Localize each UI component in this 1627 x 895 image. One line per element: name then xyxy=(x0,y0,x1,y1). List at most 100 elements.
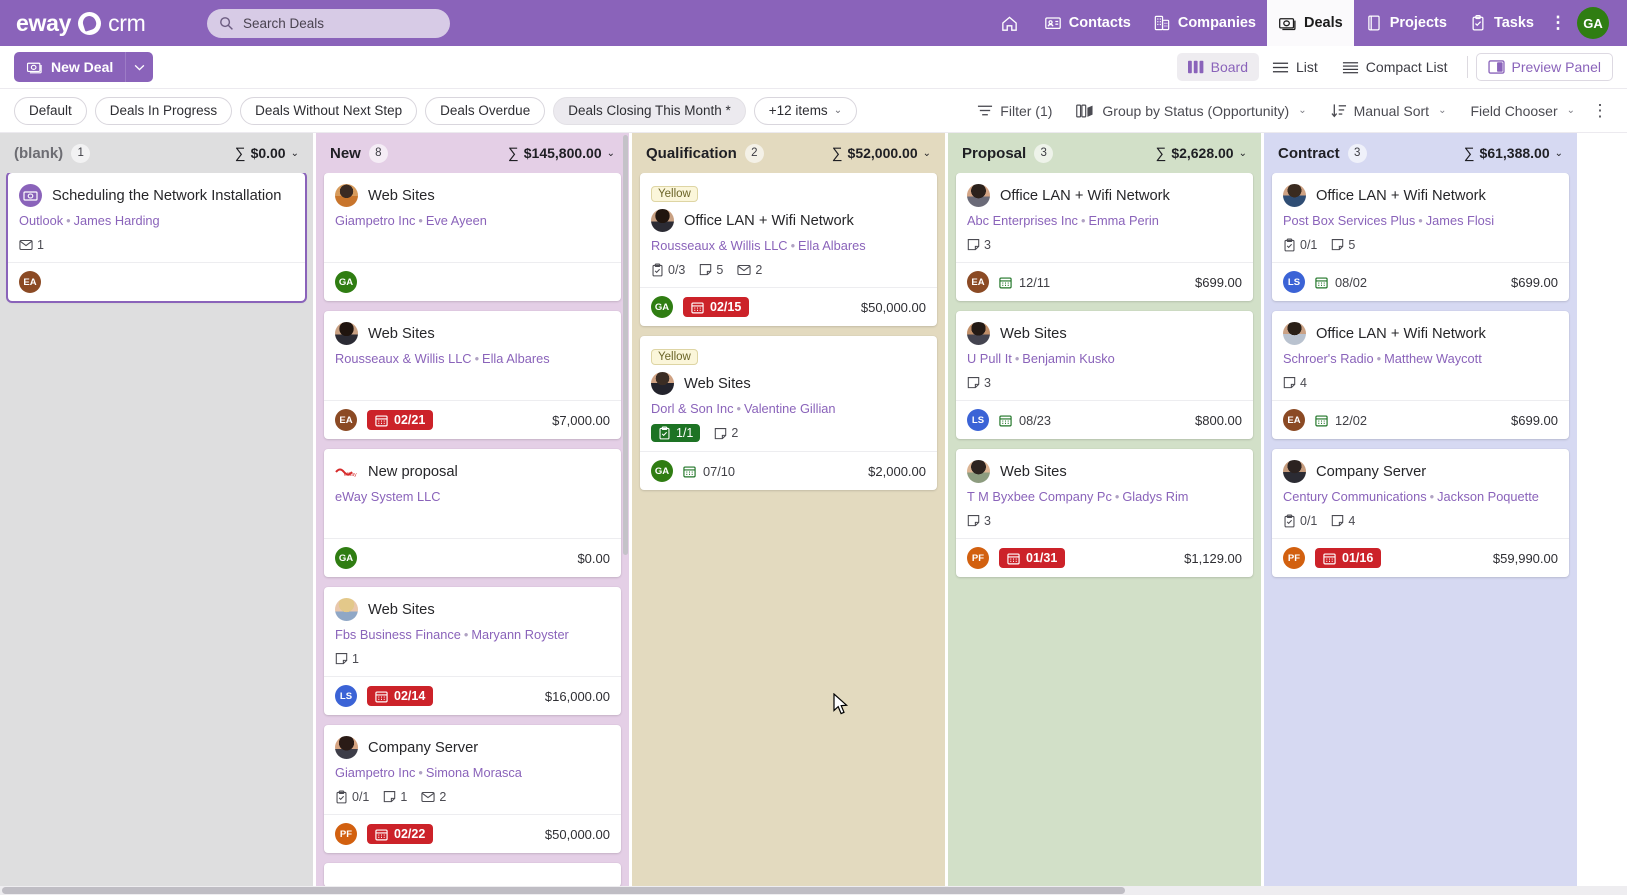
new-deal-button[interactable]: New Deal xyxy=(14,52,154,82)
column-card-list[interactable]: Web Sites Giampetro Inc • Eve Ayeen GA Web Si… xyxy=(316,173,629,895)
app-logo[interactable]: eway crm xyxy=(16,10,181,37)
owner-avatar[interactable]: EA xyxy=(1283,409,1305,431)
column-card-list[interactable]: Office LAN + Wifi Network Post Box Servic… xyxy=(1264,173,1577,895)
deal-company[interactable]: Giampetro Inc xyxy=(335,765,415,780)
separator-dot: • xyxy=(1418,213,1423,228)
sort-button[interactable]: Manual Sort ⌄ xyxy=(1319,97,1459,125)
deal-company[interactable]: Outlook xyxy=(19,213,63,228)
new-deal-dropdown-toggle[interactable] xyxy=(125,52,153,82)
deal-contact[interactable]: Eve Ayeen xyxy=(426,213,487,228)
owner-avatar[interactable]: GA xyxy=(651,460,673,482)
deal-contact[interactable]: Simona Morasca xyxy=(426,765,522,780)
deal-company[interactable]: T M Byxbee Company Pc xyxy=(967,489,1112,504)
filter-chip[interactable]: Default xyxy=(14,96,87,125)
owner-avatar[interactable]: EA xyxy=(19,271,41,293)
column-card-list[interactable]: Scheduling the Network Installation Outlo… xyxy=(0,173,313,895)
deal-contact[interactable]: Ella Albares xyxy=(798,238,866,253)
filter-button[interactable]: Filter (1) xyxy=(965,97,1064,125)
column-sum[interactable]: ∑ $52,000.00 ⌄ xyxy=(832,145,931,162)
deal-contact[interactable]: Benjamin Kusko xyxy=(1022,351,1114,366)
owner-avatar[interactable]: EA xyxy=(335,409,357,431)
nav-item-deals[interactable]: Deals xyxy=(1267,0,1354,46)
deal-company[interactable]: eWay System LLC xyxy=(335,489,441,504)
deal-contact[interactable]: James Flosi xyxy=(1426,213,1494,228)
owner-avatar[interactable]: LS xyxy=(1283,271,1305,293)
user-avatar[interactable]: GA xyxy=(1577,7,1609,39)
deal-company[interactable]: Giampetro Inc xyxy=(335,213,415,228)
filter-chip[interactable]: +12 items ⌄ xyxy=(753,96,858,125)
view-list-button[interactable]: List xyxy=(1261,53,1329,81)
deal-company[interactable]: Rousseaux & Willis LLC xyxy=(651,238,788,253)
column-sum[interactable]: ∑ $0.00 ⌄ xyxy=(235,145,299,162)
field-chooser-button[interactable]: Field Chooser ⌄ xyxy=(1458,97,1587,125)
nav-item-tasks[interactable]: Tasks xyxy=(1458,0,1545,46)
deal-card[interactable] xyxy=(324,863,621,887)
deal-company[interactable]: U Pull It xyxy=(967,351,1012,366)
deal-company[interactable]: Century Communications xyxy=(1283,489,1427,504)
owner-avatar[interactable]: LS xyxy=(335,685,357,707)
deal-card[interactable]: Office LAN + Wifi Network Post Box Servic… xyxy=(1272,173,1569,301)
deal-contact[interactable]: Matthew Waycott xyxy=(1384,351,1482,366)
board-horizontal-scrollbar[interactable] xyxy=(0,886,1627,895)
owner-avatar[interactable]: EA xyxy=(967,271,989,293)
owner-avatar[interactable]: PF xyxy=(967,547,989,569)
preview-panel-icon xyxy=(1487,60,1505,74)
more-options-button[interactable]: ⋮ xyxy=(1587,101,1613,121)
view-compact-list-button[interactable]: Compact List xyxy=(1331,53,1459,81)
deal-contact[interactable]: Jackson Poquette xyxy=(1437,489,1539,504)
filter-chip[interactable]: Deals Overdue xyxy=(425,96,546,125)
deal-contact[interactable]: Valentine Gillian xyxy=(744,401,836,416)
owner-avatar[interactable]: GA xyxy=(335,271,357,293)
deal-company[interactable]: Fbs Business Finance xyxy=(335,627,461,642)
filter-chip[interactable]: Deals Closing This Month * xyxy=(553,96,746,125)
column-sum[interactable]: ∑ $2,628.00 ⌄ xyxy=(1156,145,1247,162)
owner-avatar[interactable]: LS xyxy=(967,409,989,431)
deal-company[interactable]: Dorl & Son Inc xyxy=(651,401,734,416)
deal-contact[interactable]: Maryann Royster xyxy=(471,627,568,642)
column-sum[interactable]: ∑ $145,800.00 ⌄ xyxy=(508,145,615,162)
owner-avatar[interactable]: GA xyxy=(335,547,357,569)
deal-company[interactable]: Schroer's Radio xyxy=(1283,351,1374,366)
deal-card[interactable]: Scheduling the Network Installation Outlo… xyxy=(8,173,305,301)
deal-card[interactable]: Company Server Century Communications • Jac… xyxy=(1272,449,1569,577)
deal-card[interactable]: Web Sites T M Byxbee Company Pc • Gladys Ri… xyxy=(956,449,1253,577)
owner-avatar[interactable]: PF xyxy=(1283,547,1305,569)
deal-company[interactable]: Rousseaux & Willis LLC xyxy=(335,351,472,366)
deal-title: Office LAN + Wifi Network xyxy=(1316,187,1486,204)
deal-card[interactable]: Yellow Office LAN + Wifi Network Rousseaux… xyxy=(640,173,937,326)
nav-item-home[interactable] xyxy=(986,0,1033,46)
owner-avatar[interactable]: PF xyxy=(335,823,357,845)
deal-card[interactable]: Web Sites U Pull It • Benjamin Kusko 3 LS 08/2… xyxy=(956,311,1253,439)
nav-item-projects[interactable]: Projects xyxy=(1354,0,1458,46)
scrollbar-thumb[interactable] xyxy=(2,887,1125,894)
deal-card[interactable]: Web Sites Giampetro Inc • Eve Ayeen GA xyxy=(324,173,621,301)
deal-company[interactable]: Post Box Services Plus xyxy=(1283,213,1415,228)
nav-overflow-button[interactable]: ⋮ xyxy=(1545,0,1571,46)
deal-contact[interactable]: Ella Albares xyxy=(482,351,550,366)
preview-panel-button[interactable]: Preview Panel xyxy=(1475,53,1613,81)
nav-item-contacts[interactable]: Contacts xyxy=(1033,0,1142,46)
deal-contact[interactable]: Gladys Rim xyxy=(1122,489,1188,504)
deal-contact[interactable]: James Harding xyxy=(74,213,160,228)
filter-chip[interactable]: Deals In Progress xyxy=(94,96,233,125)
group-by-button[interactable]: Group by Status (Opportunity) ⌄ xyxy=(1064,97,1318,125)
deal-card[interactable]: Office LAN + Wifi Network Abc Enterprises… xyxy=(956,173,1253,301)
view-board-button[interactable]: Board xyxy=(1176,53,1259,81)
deal-card[interactable]: Yellow Web Sites Dorl & Son Inc • Valentine … xyxy=(640,336,937,490)
deal-card[interactable]: Company Server Giampetro Inc • Simona Moras… xyxy=(324,725,621,853)
deal-card[interactable]: Office LAN + Wifi Network Schroer's Radio… xyxy=(1272,311,1569,439)
deal-card[interactable]: Web Sites Rousseaux & Willis LLC • Ella Alb… xyxy=(324,311,621,439)
deal-contact[interactable]: Emma Perin xyxy=(1088,213,1158,228)
deal-card[interactable]: eWay New proposal eWay System LLC GA $0.00 xyxy=(324,449,621,577)
deal-company[interactable]: Abc Enterprises Inc xyxy=(967,213,1078,228)
main-nav: Contacts Companies Deals Projects Tasks … xyxy=(986,0,1619,46)
filter-chip[interactable]: Deals Without Next Step xyxy=(240,96,418,125)
column-card-list[interactable]: Yellow Office LAN + Wifi Network Rousseaux… xyxy=(632,173,945,895)
deal-card[interactable]: Web Sites Fbs Business Finance • Maryann Ro… xyxy=(324,587,621,715)
search-deals-input[interactable]: Search Deals xyxy=(207,8,450,38)
column-sum[interactable]: ∑ $61,388.00 ⌄ xyxy=(1464,145,1563,162)
column-card-list[interactable]: Office LAN + Wifi Network Abc Enterprises… xyxy=(948,173,1261,895)
nav-item-companies[interactable]: Companies xyxy=(1142,0,1267,46)
deal-card-body: Yellow Web Sites Dorl & Son Inc • Valentine … xyxy=(640,336,937,451)
owner-avatar[interactable]: GA xyxy=(651,296,673,318)
